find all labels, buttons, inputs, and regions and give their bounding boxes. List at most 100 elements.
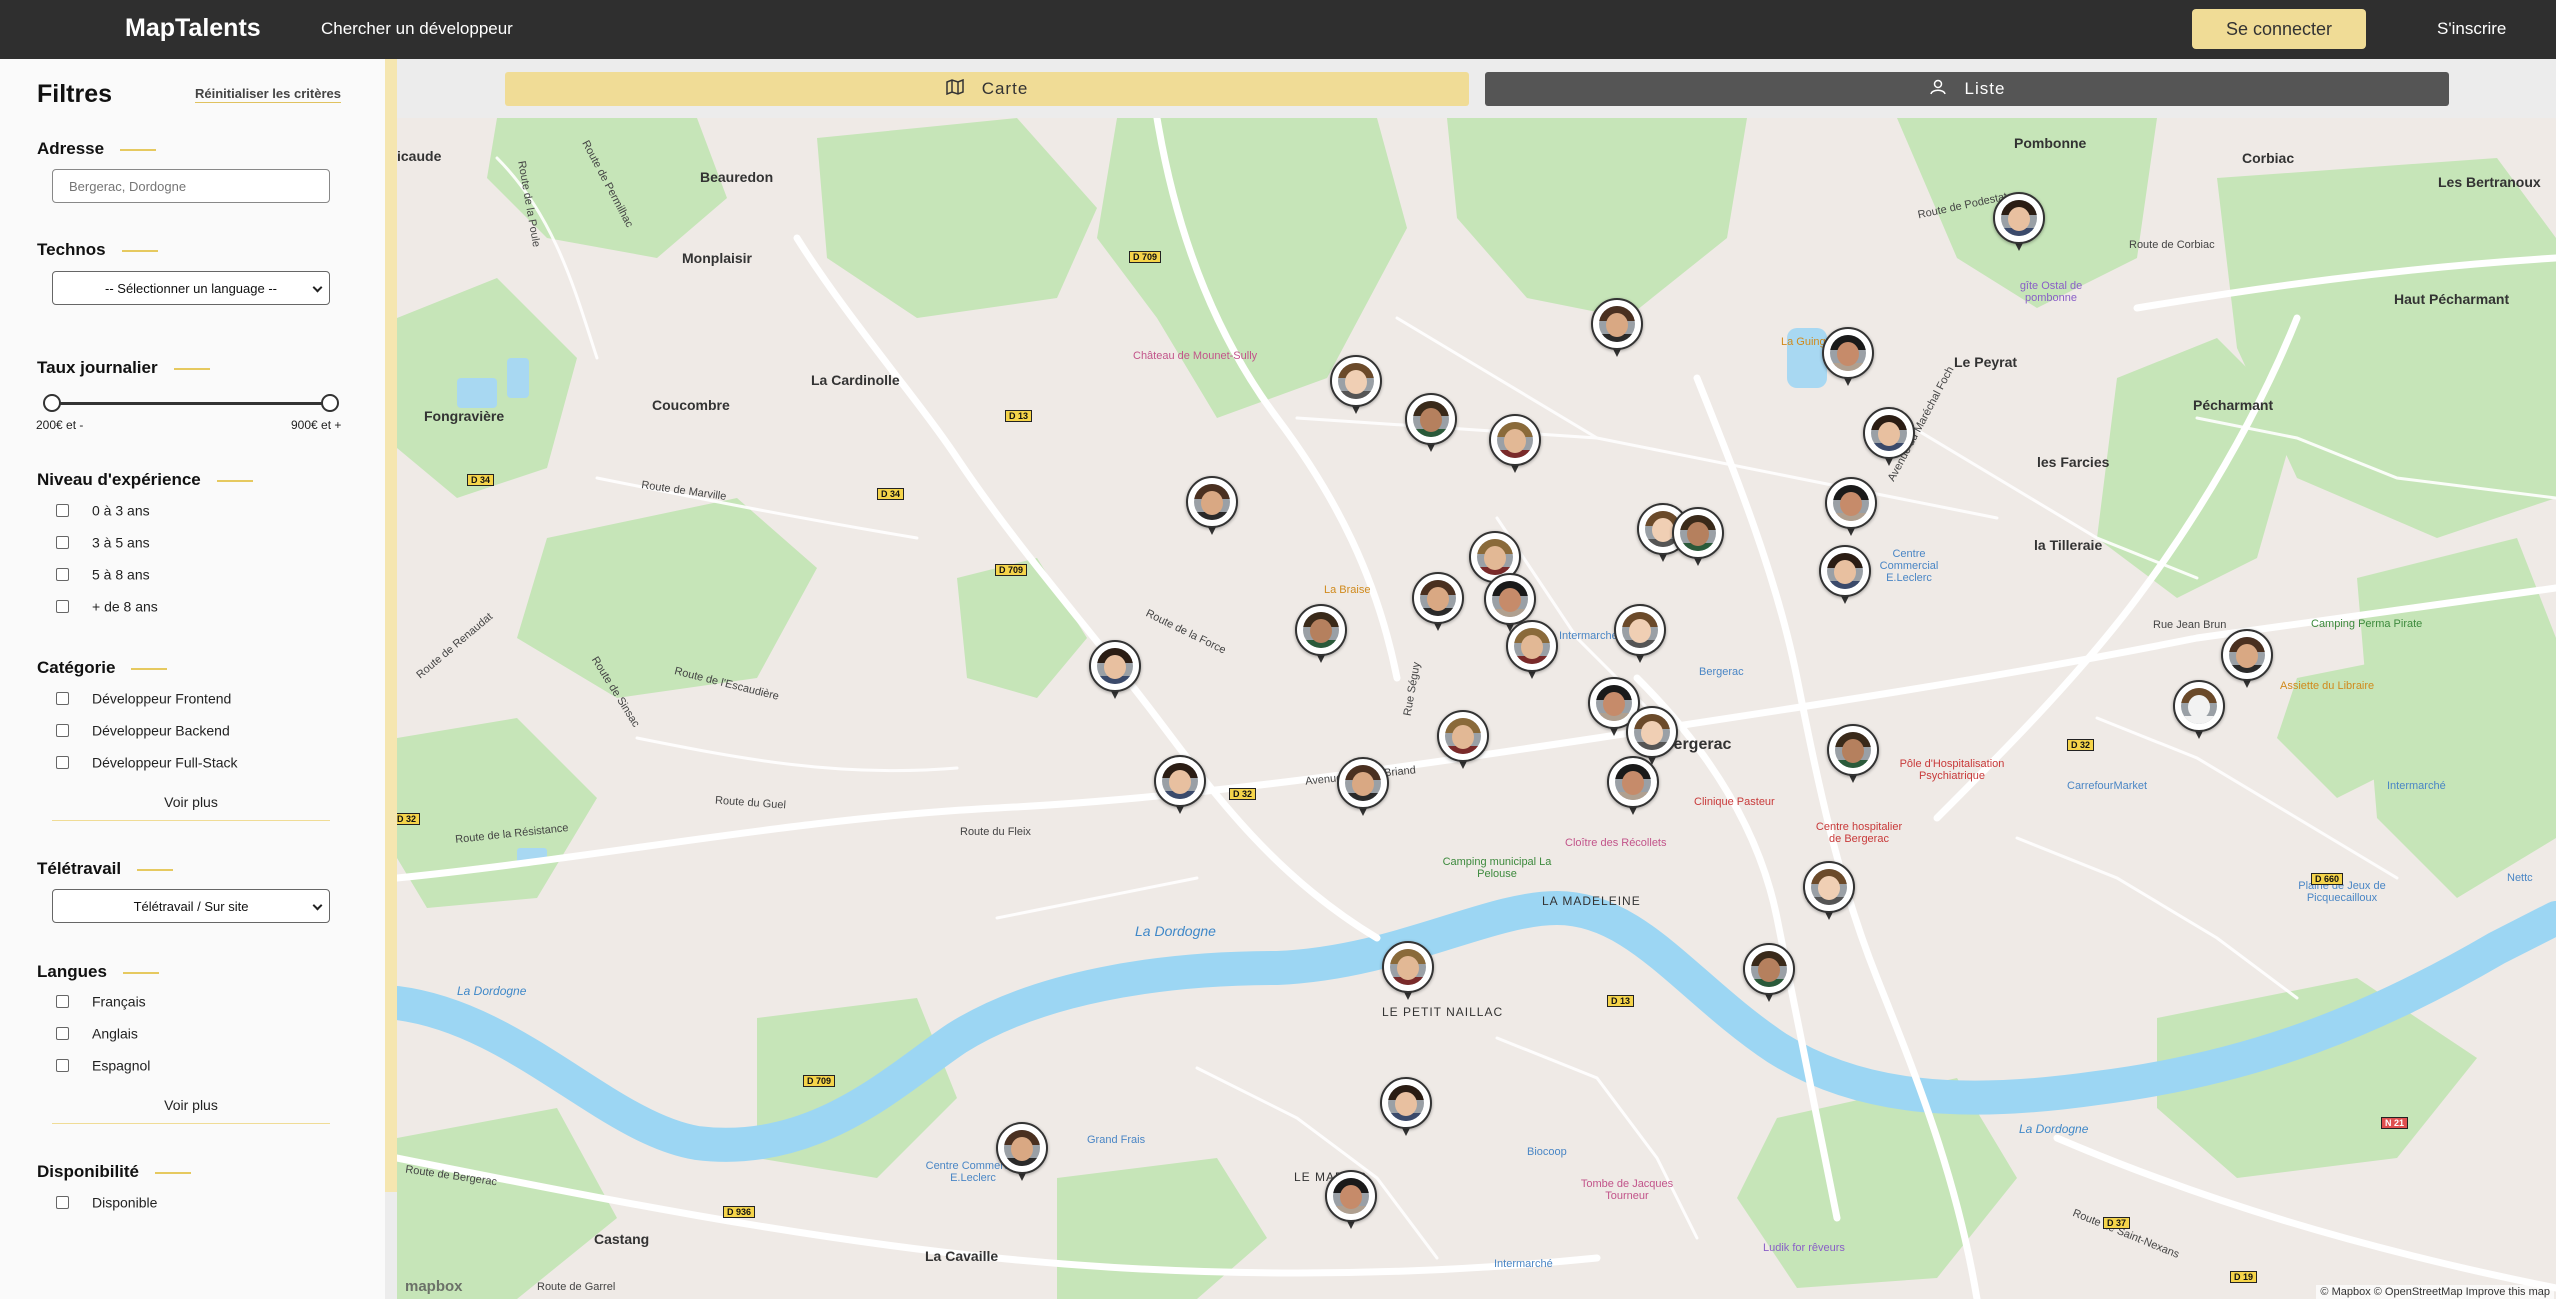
developer-map-pin[interactable] [1295,604,1347,670]
daily-rate-slider-track[interactable] [52,402,330,405]
poi-label[interactable]: Centre hospitalier de Bergerac [1809,821,1909,845]
developer-map[interactable]: Pombonne Corbiac Les Bertranoux Beauredo… [397,118,2556,1299]
checkbox[interactable] [56,723,69,737]
map-attribution[interactable]: © Mapbox © OpenStreetMap Improve this ma… [2316,1285,2554,1299]
poi-label[interactable]: Centre Commercial E.Leclerc [1864,548,1954,584]
poi-label[interactable]: Tombe de Jacques Tourneur [1577,1178,1677,1202]
avatar [1833,485,1869,521]
pin-marker [1743,943,1795,995]
place-label: Corbiac [2242,150,2295,166]
developer-map-pin[interactable] [1154,755,1206,821]
poi-label[interactable]: Château de Mounet-Sully [1133,350,1257,362]
poi-label[interactable]: Clinique Pasteur [1694,796,1775,808]
developer-map-pin[interactable] [1743,943,1795,1009]
pin-marker [1154,755,1206,807]
remote-select[interactable]: Télétravail / Sur site [52,889,330,923]
category-option[interactable]: Développeur Backend [56,721,230,741]
developer-map-pin[interactable] [1827,724,1879,790]
daily-rate-min-handle[interactable] [43,394,61,412]
developer-map-pin[interactable] [1803,861,1855,927]
tab-map[interactable]: Carte [505,72,1469,106]
poi-label[interactable]: Intermarché [1559,630,1618,642]
developer-map-pin[interactable] [1863,407,1915,473]
poi-label[interactable]: Pôle d'Hospitalisation Psychiatrique [1887,758,2017,782]
register-link[interactable]: S'inscrire [2437,19,2506,39]
chevron-down-icon [312,282,323,293]
nav-search-developer-link[interactable]: Chercher un développeur [321,19,513,39]
road-shield: D 709 [803,1075,836,1087]
tab-list[interactable]: Liste [1485,72,2449,106]
developer-map-pin[interactable] [1672,507,1724,573]
developer-map-pin[interactable] [996,1122,1048,1188]
checkbox[interactable] [56,599,69,613]
developer-map-pin[interactable] [1993,192,2045,258]
sidebar-scrollbar[interactable] [385,59,397,1192]
address-input[interactable] [52,169,330,203]
developer-map-pin[interactable] [1825,477,1877,543]
developer-map-pin[interactable] [1819,545,1871,611]
poi-label[interactable]: Camping municipal La Pelouse [1437,856,1557,880]
developer-map-pin[interactable] [1405,393,1457,459]
reset-filters-link[interactable]: Réinitialiser les critères [195,86,341,103]
developer-map-pin[interactable] [1614,604,1666,670]
developer-map-pin[interactable] [1822,327,1874,393]
languages-see-more-link[interactable]: Voir plus [52,1097,330,1124]
developer-map-pin[interactable] [1325,1170,1377,1236]
developer-map-pin[interactable] [2173,680,2225,746]
experience-option[interactable]: 0 à 3 ans [56,501,150,521]
language-option[interactable]: Français [56,992,146,1012]
developer-map-pin[interactable] [1506,620,1558,686]
poi-label[interactable]: Intermarché [1494,1258,1553,1270]
road-shield: D 13 [1005,410,1033,422]
checkbox[interactable] [56,1026,69,1040]
developer-map-pin[interactable] [2221,629,2273,695]
developer-map-pin[interactable] [1607,756,1659,822]
developer-map-pin[interactable] [1330,355,1382,421]
developer-map-pin[interactable] [1437,710,1489,776]
login-button[interactable]: Se connecter [2192,9,2366,49]
experience-option[interactable]: 5 à 8 ans [56,565,150,585]
checkbox[interactable] [56,1195,69,1209]
pin-marker [2221,629,2273,681]
checkbox[interactable] [56,994,69,1008]
language-option[interactable]: Anglais [56,1024,138,1044]
poi-label[interactable]: CarrefourMarket [2067,780,2147,792]
developer-map-pin[interactable] [1380,1077,1432,1143]
category-see-more-link[interactable]: Voir plus [52,794,330,821]
developer-map-pin[interactable] [1591,298,1643,364]
checkbox[interactable] [56,503,69,517]
mapbox-logo[interactable]: mapbox [405,1278,463,1295]
poi-label[interactable]: Bergerac [1699,666,1744,678]
checkbox[interactable] [56,1058,69,1072]
daily-rate-min-label: 200€ et - [36,418,84,432]
checkbox[interactable] [56,567,69,581]
checkbox[interactable] [56,535,69,549]
poi-label[interactable]: Nettc [2507,872,2533,884]
developer-map-pin[interactable] [1337,757,1389,823]
poi-label[interactable]: Cloître des Récollets [1565,837,1667,849]
checkbox[interactable] [56,755,69,769]
developer-map-pin[interactable] [1186,476,1238,542]
developer-map-pin[interactable] [1089,640,1141,706]
poi-label[interactable]: La Braise [1324,584,1370,596]
checkbox[interactable] [56,691,69,705]
poi-label[interactable]: Intermarché [2387,780,2446,792]
poi-label[interactable]: Assiette du Libraire [2280,680,2374,692]
technos-select[interactable]: -- Sélectionner un language -- [52,271,330,305]
category-option[interactable]: Développeur Full-Stack [56,753,238,773]
category-option[interactable]: Développeur Frontend [56,689,231,709]
language-option[interactable]: Espagnol [56,1056,150,1076]
experience-option[interactable]: 3 à 5 ans [56,533,150,553]
poi-label[interactable]: Grand Frais [1087,1134,1145,1146]
developer-map-pin[interactable] [1412,572,1464,638]
developer-map-pin[interactable] [1489,414,1541,480]
developer-map-pin[interactable] [1382,941,1434,1007]
availability-option[interactable]: Disponible [56,1193,157,1213]
poi-label[interactable]: gîte Ostal de pombonne [2011,280,2091,304]
poi-label[interactable]: Camping Perma Pirate [2311,618,2422,630]
daily-rate-max-handle[interactable] [321,394,339,412]
poi-label[interactable]: Ludik for rêveurs [1763,1242,1845,1254]
experience-option[interactable]: + de 8 ans [56,597,158,617]
poi-label[interactable]: Biocoop [1527,1146,1567,1158]
app-logo[interactable]: MapTalents [125,14,261,43]
